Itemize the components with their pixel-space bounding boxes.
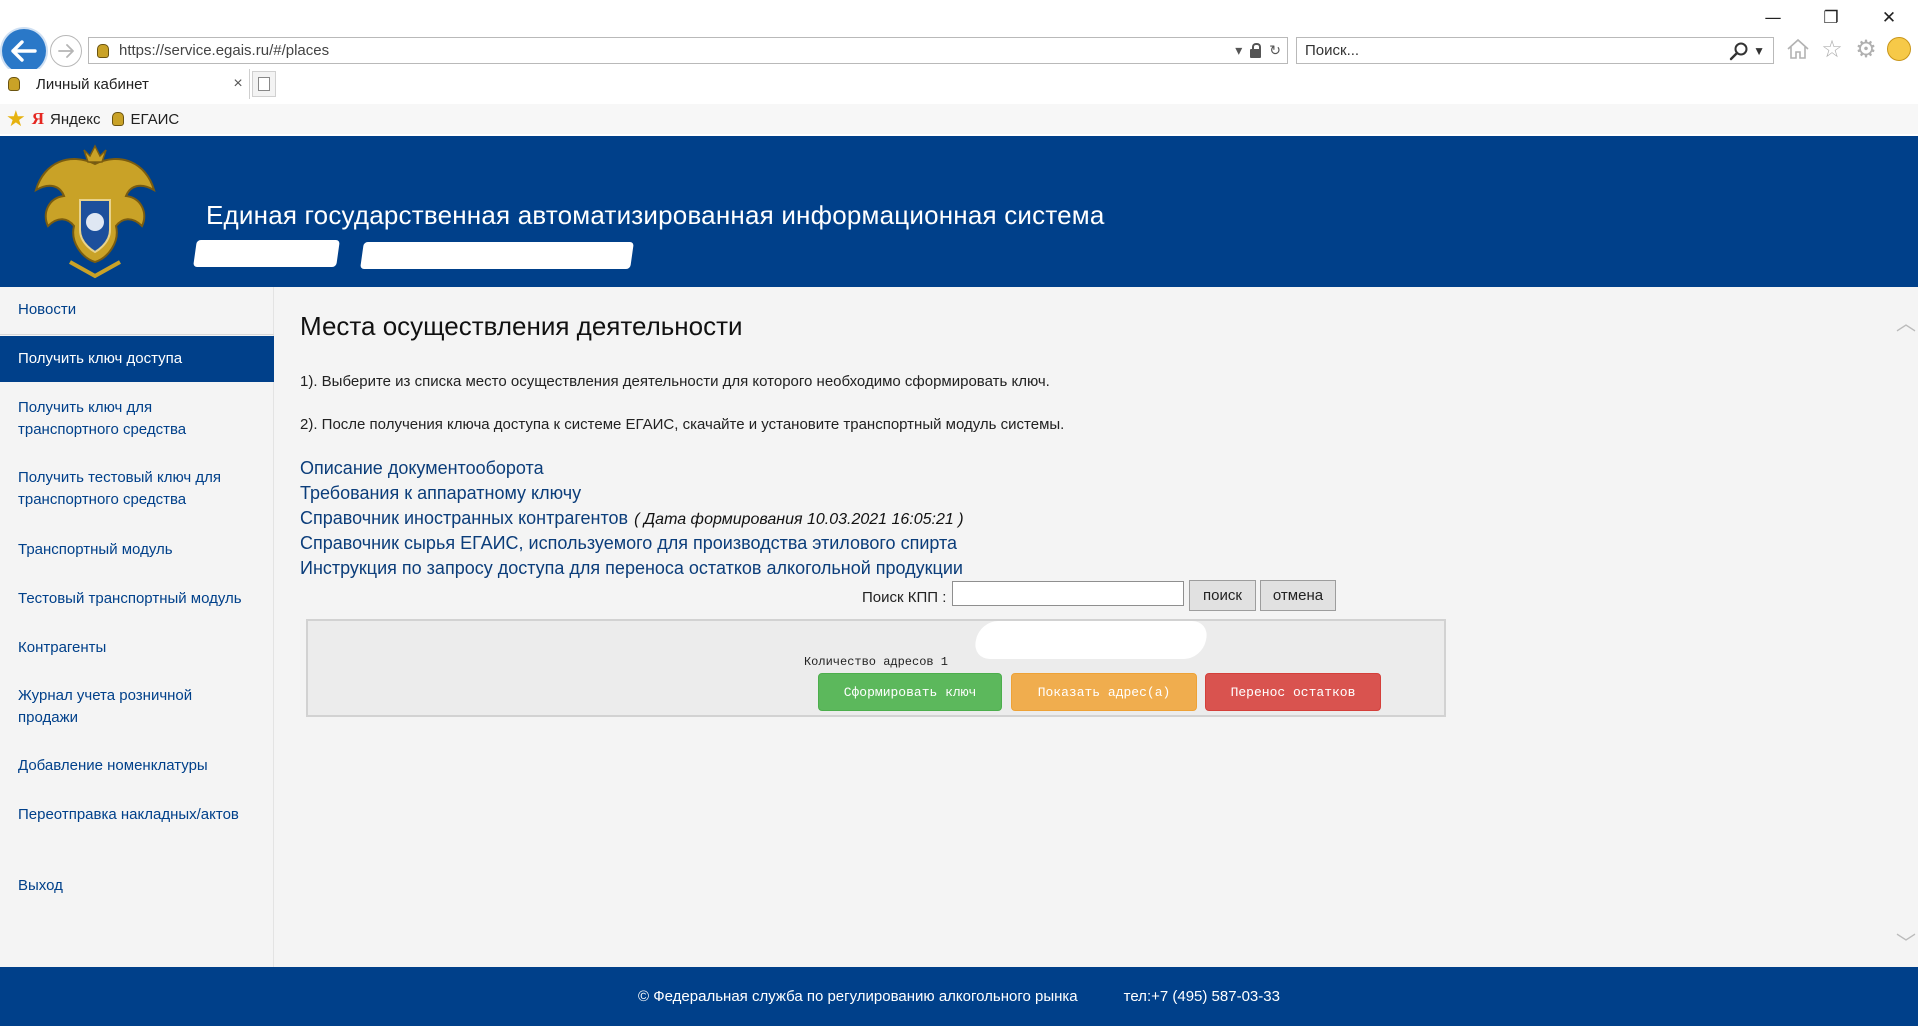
refresh-icon[interactable]: ↻ xyxy=(1269,42,1281,59)
sidebar-nav: Новости Получить ключ доступа Получить к… xyxy=(0,287,274,967)
link-raw-materials-directory[interactable]: Справочник сырья ЕГАИС, используемого дл… xyxy=(300,533,957,554)
link-document-flow[interactable]: Описание документооборота xyxy=(300,458,544,479)
link-residue-transfer-instruction[interactable]: Инструкция по запросу доступа для перено… xyxy=(300,558,963,579)
sidebar-item-test-vehicle-key[interactable]: Получить тестовый ключ для транспортного… xyxy=(0,467,274,511)
page-title: Места осуществления деятельности xyxy=(300,311,743,341)
favorite-egais[interactable]: ЕГАИС xyxy=(110,111,179,128)
url-text[interactable]: https://service.egais.ru/#/places xyxy=(119,42,1235,59)
site-footer: © Федеральная служба по регулированию ал… xyxy=(0,967,1918,1026)
favorite-yandex[interactable]: Я Яндекс xyxy=(32,109,101,129)
redacted-block xyxy=(971,621,1211,659)
yandex-icon: Я xyxy=(31,109,45,128)
scroll-down-chevron-icon[interactable]: ﹀ xyxy=(1896,927,1916,956)
favorites-bar: ★ Я Яндекс ЕГАИС xyxy=(0,104,1918,134)
footer-phone: тел:+7 (495) 587-03-33 xyxy=(1123,988,1280,1005)
sidebar-item-add-nomenclature[interactable]: Добавление номенклатуры xyxy=(0,755,274,777)
address-bar-icons: ▾ ↻ xyxy=(1235,42,1281,59)
back-button[interactable] xyxy=(2,29,46,73)
site-title: Единая государственная автоматизированна… xyxy=(206,200,1105,230)
browser-search-input[interactable] xyxy=(1297,41,1730,60)
browser-tab-active[interactable]: Личный кабинет × xyxy=(0,69,250,99)
lock-icon[interactable] xyxy=(1250,42,1262,58)
sidebar-item-test-transport-module[interactable]: Тестовый транспортный модуль xyxy=(0,588,274,610)
browser-chrome: — ❐ ✕ https://service.egais.ru/#/places … xyxy=(0,0,1918,136)
sidebar-item-counterparties[interactable]: Контрагенты xyxy=(0,637,274,659)
main-content: Места осуществления деятельности 1). Выб… xyxy=(274,287,1918,967)
show-address-button[interactable]: Показать адрес(а) xyxy=(1011,673,1197,711)
new-tab-icon xyxy=(258,77,270,91)
home-icon[interactable] xyxy=(1785,36,1811,62)
arrow-left-icon xyxy=(11,40,37,62)
forward-button[interactable] xyxy=(50,35,82,67)
link-hardware-key-requirements[interactable]: Требования к аппаратному ключу xyxy=(300,483,581,504)
kpp-search-label: Поиск КПП : xyxy=(862,589,947,606)
sidebar-item-get-access-key[interactable]: Получить ключ доступа xyxy=(0,336,274,382)
favorites-bar-star-icon[interactable]: ★ xyxy=(6,106,26,132)
transfer-residues-button[interactable]: Перенос остатков xyxy=(1205,673,1381,711)
link-foreign-counterparties-label[interactable]: Справочник иностранных контрагентов xyxy=(300,508,628,528)
arrow-right-icon xyxy=(58,44,74,58)
browser-toolbar: ☆ ⚙ xyxy=(1785,36,1911,63)
sidebar-item-logout[interactable]: Выход xyxy=(0,875,274,897)
new-tab-button[interactable] xyxy=(252,71,276,97)
favorite-egais-label: ЕГАИС xyxy=(130,110,180,128)
address-bar[interactable]: https://service.egais.ru/#/places ▾ ↻ xyxy=(88,37,1288,64)
link-residue-transfer-instruction-label[interactable]: Инструкция по запросу доступа для перено… xyxy=(300,558,963,578)
generation-date-note: ( Дата формирования 10.03.2021 16:05:21 … xyxy=(634,511,964,528)
tab-title: Личный кабинет xyxy=(36,75,149,93)
link-foreign-counterparties[interactable]: Справочник иностранных контрагентов ( Дат… xyxy=(300,508,964,529)
close-window-button[interactable]: ✕ xyxy=(1860,6,1918,30)
redacted-block xyxy=(193,240,340,267)
dropdown-arrow-icon[interactable]: ▾ xyxy=(1235,42,1242,59)
tab-close-icon[interactable]: × xyxy=(227,75,249,93)
restore-button[interactable]: ❐ xyxy=(1802,6,1860,30)
sidebar-item-transport-module[interactable]: Транспортный модуль xyxy=(0,539,274,561)
egais-favicon-icon xyxy=(95,43,111,59)
sidebar-item-resend-invoices[interactable]: Переотправка накладных/актов xyxy=(0,804,274,826)
generate-key-button[interactable]: Сформировать ключ xyxy=(818,673,1002,711)
search-dropdown-icon[interactable]: ▼ xyxy=(1753,44,1765,58)
window-controls: — ❐ ✕ xyxy=(1744,6,1918,30)
feedback-smiley-icon[interactable] xyxy=(1887,37,1911,61)
egais-icon xyxy=(110,111,126,127)
browser-search-box[interactable]: ▼ xyxy=(1296,37,1774,64)
address-count: Количество адресов 1 xyxy=(803,655,949,669)
instruction-step-2: 2). После получения ключа доступа к сист… xyxy=(300,416,1065,433)
footer-copyright: © Федеральная служба по регулированию ал… xyxy=(638,988,1078,1005)
sidebar-item-retail-journal[interactable]: Журнал учета розничной продажи xyxy=(0,685,274,729)
favorites-star-icon[interactable]: ☆ xyxy=(1819,36,1845,63)
sidebar-item-vehicle-key[interactable]: Получить ключ для транспортного средства xyxy=(0,397,274,441)
favorite-yandex-label: Яндекс xyxy=(50,110,101,128)
scroll-up-chevron-icon[interactable]: ︿ xyxy=(1896,307,1916,336)
kpp-search-input[interactable] xyxy=(952,581,1184,606)
redacted-block xyxy=(360,242,634,269)
instruction-step-1: 1). Выберите из списка место осуществлен… xyxy=(300,373,1050,390)
kpp-search-button[interactable]: поиск xyxy=(1189,580,1256,611)
site-header: Единая государственная автоматизированна… xyxy=(0,136,1918,287)
link-hardware-key-requirements-label[interactable]: Требования к аппаратному ключу xyxy=(300,483,581,503)
minimize-button[interactable]: — xyxy=(1744,6,1802,30)
link-document-flow-label[interactable]: Описание документооборота xyxy=(300,458,544,478)
link-raw-materials-directory-label[interactable]: Справочник сырья ЕГАИС, используемого дл… xyxy=(300,533,957,553)
kpp-cancel-button[interactable]: отмена xyxy=(1260,580,1336,611)
sidebar-item-news[interactable]: Новости xyxy=(0,299,274,321)
sidebar-divider xyxy=(0,334,274,335)
coat-of-arms-icon xyxy=(34,144,156,279)
search-icon[interactable] xyxy=(1729,41,1749,61)
tab-egais-icon xyxy=(6,76,22,92)
gear-icon[interactable]: ⚙ xyxy=(1853,36,1879,63)
